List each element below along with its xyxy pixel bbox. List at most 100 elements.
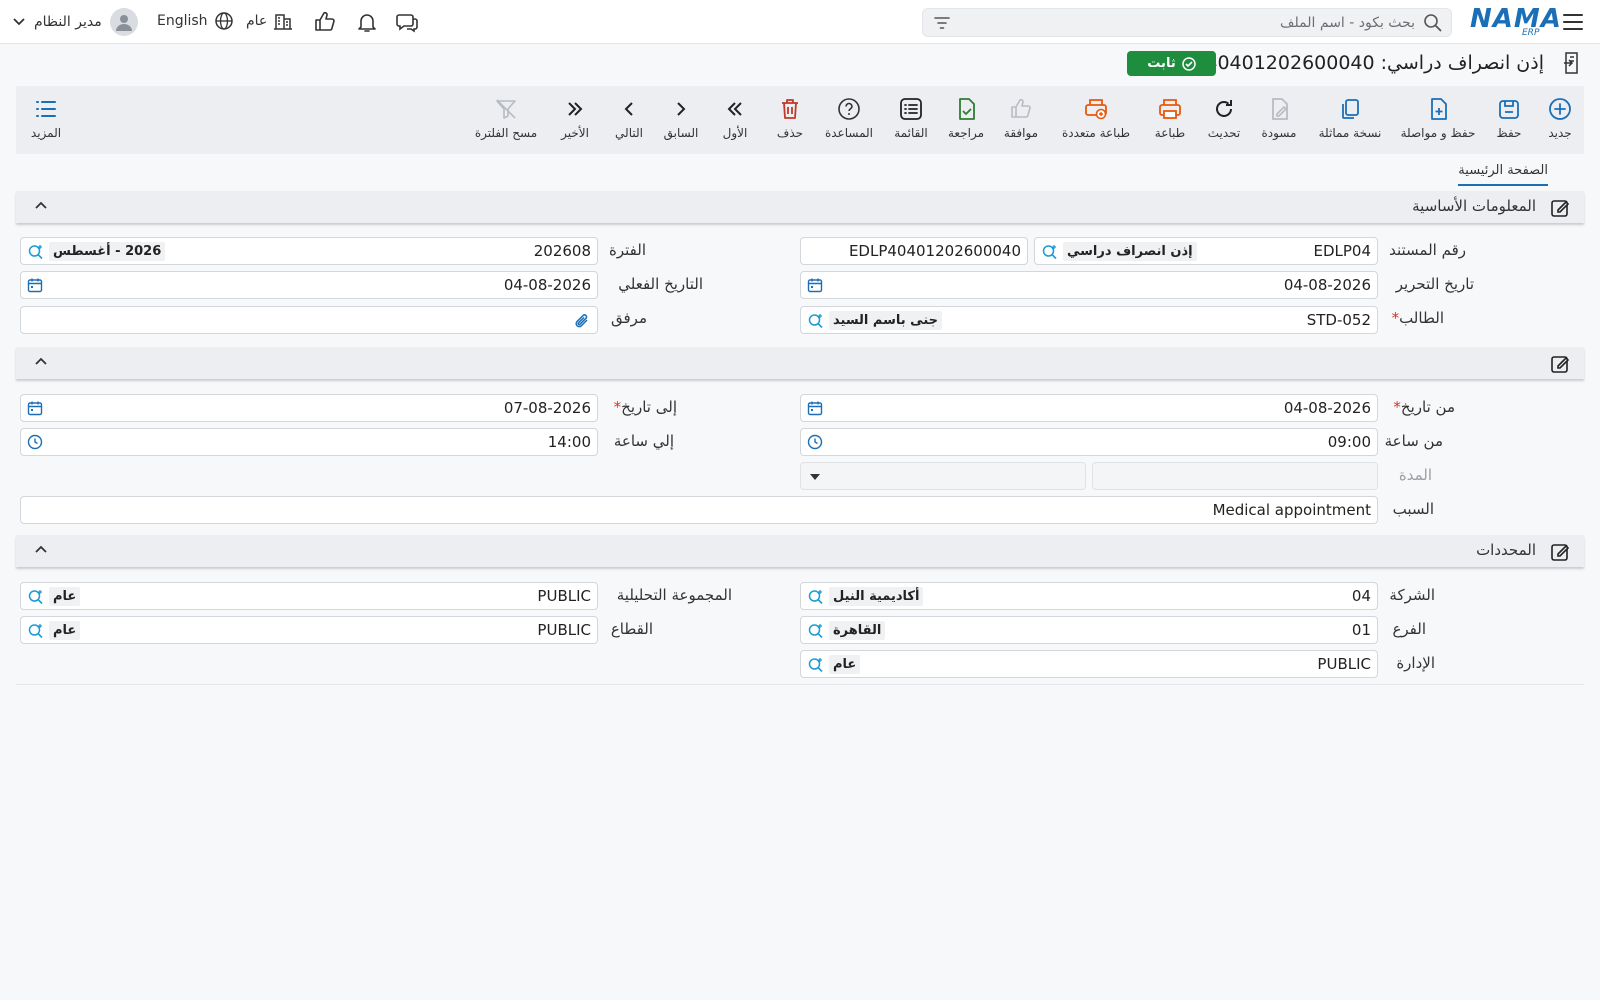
save-button[interactable]: حفظ [1488, 86, 1530, 154]
duration-value-field [1092, 462, 1378, 490]
calendar-icon[interactable] [27, 277, 43, 293]
multi-print-icon [1083, 96, 1109, 122]
clear-filter-icon [493, 96, 519, 122]
filter-icon[interactable] [933, 14, 951, 32]
chevron-up-icon[interactable] [34, 355, 48, 369]
attachment-label: مرفق [611, 309, 647, 327]
last-icon [562, 96, 588, 122]
chat-icon[interactable] [395, 10, 419, 34]
clock-icon[interactable] [807, 434, 823, 450]
new-button[interactable]: جديد [1540, 86, 1580, 154]
company-field[interactable]: 04 أكاديمية النيل [800, 582, 1378, 610]
document-type-icon [1561, 51, 1583, 75]
calendar-icon[interactable] [807, 277, 823, 293]
lookup-search-icon[interactable] [27, 588, 45, 606]
help-button[interactable]: المساعدة [820, 86, 878, 154]
user-name: مدير النظام [34, 14, 102, 30]
list-button[interactable]: القائمة [886, 86, 936, 154]
next-button[interactable]: التالي [606, 86, 652, 154]
dimensions-header[interactable]: المحددات [16, 535, 1584, 567]
duplicate-button[interactable]: نسخة مماثلة [1312, 86, 1388, 154]
sector-name: عام [49, 621, 81, 640]
to-date-label-text: إلى تاريخ [621, 398, 677, 416]
lookup-search-icon[interactable] [27, 243, 45, 261]
delete-label: حذف [776, 126, 804, 140]
review-button[interactable]: مراجعة [942, 86, 990, 154]
issue-date-field[interactable]: 04-08-2026 [800, 271, 1378, 299]
more-list-icon [33, 96, 59, 122]
student-field[interactable]: STD-052 جنى باسم السيد [800, 306, 1378, 334]
print-label: طباعة [1154, 126, 1186, 140]
basic-info-header[interactable]: المعلومات الأساسية [16, 191, 1584, 223]
delete-button[interactable]: حذف [768, 86, 812, 154]
required-marker: * [1391, 309, 1400, 327]
lookup-search-icon[interactable] [1041, 243, 1059, 261]
last-button[interactable]: الأخير [552, 86, 598, 154]
previous-icon [668, 96, 694, 122]
lookup-search-icon[interactable] [27, 622, 45, 640]
language-selector[interactable]: English [157, 11, 234, 31]
user-menu[interactable]: مدير النظام [12, 8, 138, 36]
building-icon [273, 11, 293, 31]
to-date-field[interactable]: 07-08-2026 [20, 394, 598, 422]
to-time-field[interactable]: 14:00 [20, 428, 598, 456]
top-bar: NAMA ERP عام English مدير النظام [0, 0, 1600, 44]
last-label: الأخير [561, 126, 589, 140]
clear-filter-button[interactable]: مسح الفلترة [468, 86, 544, 154]
multi-print-button[interactable]: طباعة متعددة [1052, 86, 1140, 154]
department-name: عام [829, 655, 861, 674]
doc-number-code-field[interactable]: EDLP04 إذن انصراف دراسي [1034, 237, 1378, 265]
nama-logo[interactable]: NAMA ERP [1470, 4, 1561, 38]
from-date-field[interactable]: 04-08-2026 [800, 394, 1378, 422]
company-label: الشركة [1389, 586, 1435, 604]
leave-details-header[interactable] [16, 347, 1584, 379]
approve-button[interactable]: موافقة [996, 86, 1046, 154]
chevron-up-icon[interactable] [34, 199, 48, 213]
reason-field[interactable]: Medical appointment [20, 496, 1378, 524]
sector-field[interactable]: PUBLIC عام [20, 616, 598, 644]
approve-label: موافقة [1003, 126, 1039, 140]
previous-button[interactable]: السابق [658, 86, 704, 154]
search-icon[interactable] [1423, 13, 1443, 33]
attachment-field[interactable] [20, 306, 598, 334]
calendar-icon[interactable] [807, 400, 823, 416]
period-field[interactable]: 202608 2026 - أغسطس [20, 237, 598, 265]
lookup-search-icon[interactable] [807, 656, 825, 674]
scope-selector[interactable]: عام [246, 11, 293, 31]
analytic-group-field[interactable]: PUBLIC عام [20, 582, 598, 610]
section-title: المحددات [1476, 541, 1536, 559]
lookup-search-icon[interactable] [807, 312, 825, 330]
doc-number-value-field[interactable]: EDLP40401202600040 [800, 237, 1028, 265]
calendar-icon[interactable] [27, 400, 43, 416]
from-time-field[interactable]: 09:00 [800, 428, 1378, 456]
actual-date-field[interactable]: 04-08-2026 [20, 271, 598, 299]
duration-unit-select[interactable] [800, 462, 1086, 490]
branch-field[interactable]: 01 القاهرة [800, 616, 1378, 644]
first-button[interactable]: الأول [712, 86, 758, 154]
hamburger-menu-icon[interactable] [1562, 12, 1584, 32]
to-date-value: 07-08-2026 [503, 399, 591, 417]
draft-button[interactable]: مسودة [1254, 86, 1304, 154]
clock-icon[interactable] [27, 434, 43, 450]
department-field[interactable]: PUBLIC عام [800, 650, 1378, 678]
save-and-continue-button[interactable]: حفظ و مواصلة [1394, 86, 1482, 154]
chevron-up-icon[interactable] [34, 543, 48, 557]
previous-label: السابق [663, 126, 699, 140]
required-marker: * [1393, 398, 1401, 416]
search-input[interactable] [963, 12, 1415, 34]
print-button[interactable]: طباعة [1146, 86, 1194, 154]
lookup-search-icon[interactable] [807, 588, 825, 606]
student-label-text: الطالب [1399, 309, 1444, 327]
student-label: الطالب* [1386, 309, 1444, 327]
refresh-button[interactable]: تحديث [1200, 86, 1248, 154]
reason-value: Medical appointment [1212, 501, 1371, 519]
paperclip-icon[interactable] [573, 312, 591, 330]
tab-main-page[interactable]: الصفحة الرئيسية [1458, 163, 1548, 186]
bell-icon[interactable] [355, 10, 379, 34]
thumbs-up-icon[interactable] [313, 10, 337, 34]
new-label: جديد [1548, 126, 1572, 140]
first-label: الأول [722, 126, 748, 140]
lookup-search-icon[interactable] [807, 622, 825, 640]
more-button[interactable]: المزيد [26, 86, 66, 154]
reason-label: السبب [1392, 500, 1434, 518]
